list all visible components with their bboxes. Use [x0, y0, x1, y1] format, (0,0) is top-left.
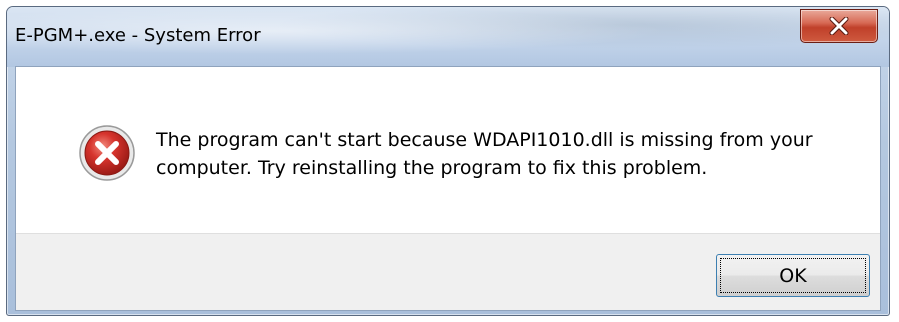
ok-button-label: OK [720, 258, 866, 293]
window-title: E-PGM+.exe - System Error [15, 25, 261, 46]
close-button[interactable] [800, 9, 878, 43]
button-bar: OK [16, 233, 880, 310]
ok-button[interactable]: OK [716, 254, 870, 297]
system-error-dialog: E-PGM+.exe - System Error The program ca… [6, 6, 890, 316]
dialog-body: The program can't start because WDAPI101… [15, 66, 881, 311]
message-area: The program can't start because WDAPI101… [16, 67, 880, 233]
close-icon [829, 17, 849, 35]
error-icon [79, 125, 135, 181]
error-message: The program can't start because WDAPI101… [156, 129, 813, 179]
title-bar[interactable]: E-PGM+.exe - System Error [7, 7, 889, 67]
